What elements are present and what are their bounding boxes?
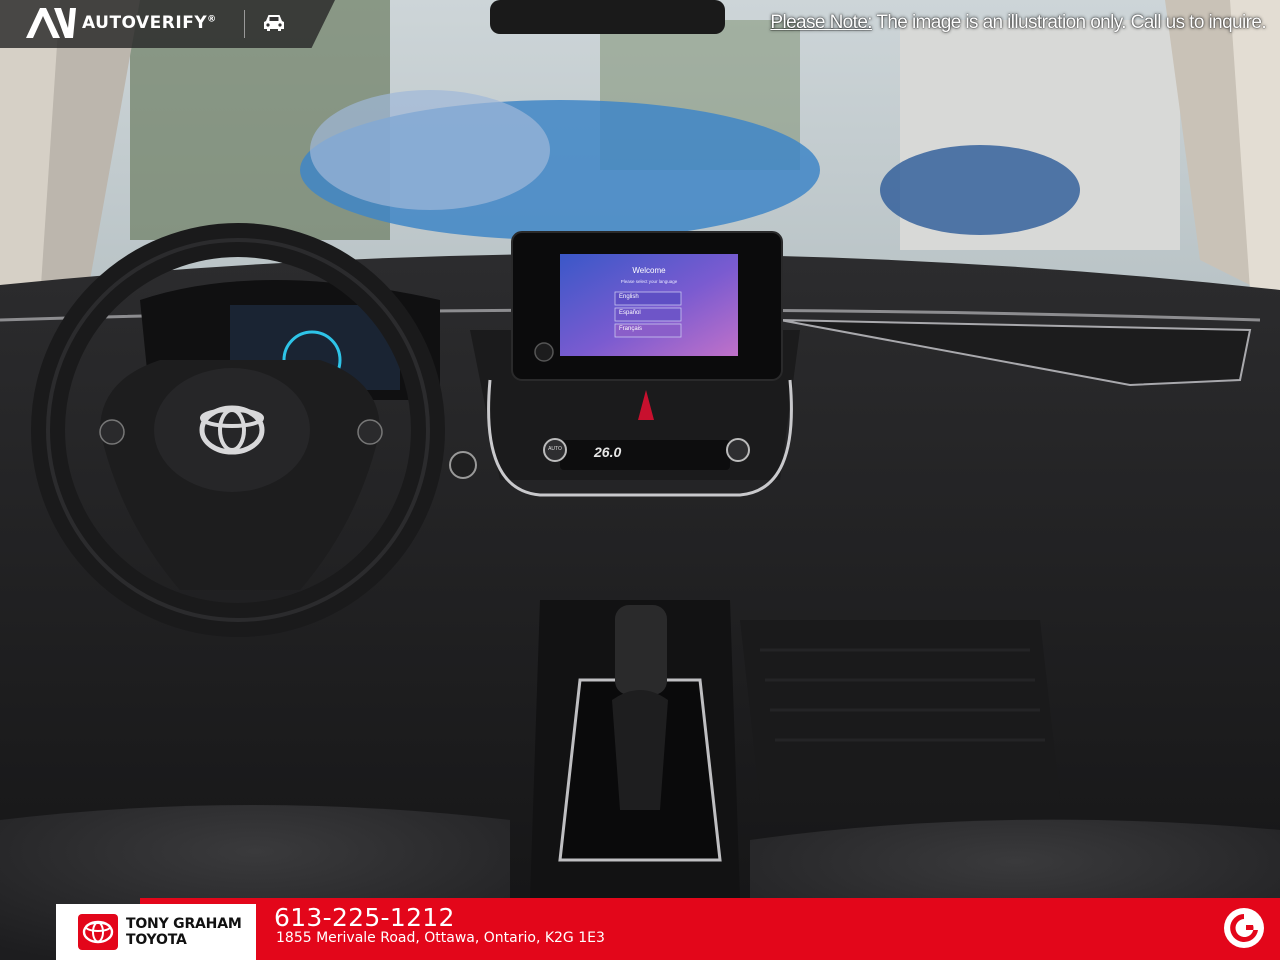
climate-auto-label: AUTO: [548, 446, 562, 452]
illustration-notice: Please Note: The image is an illustratio…: [770, 12, 1266, 34]
screen-language-option[interactable]: English: [619, 294, 639, 300]
notice-label: Please Note:: [770, 12, 872, 33]
dealer-logo-box: TONY GRAHAM TOYOTA: [56, 904, 256, 960]
car-icon: [264, 15, 284, 31]
screen-language-option[interactable]: Español: [619, 310, 641, 316]
dealer-phone[interactable]: 613-225-1212: [274, 903, 455, 932]
autoverify-badge: AUTOVERIFY®: [0, 0, 335, 48]
dealer-name: TONY GRAHAM TOYOTA: [126, 916, 242, 948]
autoverify-brand-name: AUTOVERIFY®: [82, 13, 217, 33]
dealer-name-line1: TONY GRAHAM: [126, 916, 242, 932]
autoverify-logo-icon: [26, 8, 76, 38]
badge-divider: [244, 10, 245, 38]
autoverify-brand-text: AUTOVERIFY: [82, 13, 208, 33]
screen-welcome-subtitle: Please select your language: [620, 279, 678, 284]
toyota-logo-icon: [78, 914, 118, 950]
vehicle-photo-listing: AUTOVERIFY® Please Note: The image is an…: [0, 0, 1280, 960]
registered-mark: ®: [207, 14, 217, 25]
screen-welcome-title: Welcome: [632, 266, 666, 275]
climate-temperature: 26.0: [594, 444, 622, 460]
dealer-name-line2: TOYOTA: [126, 932, 187, 948]
screen-language-option[interactable]: Français: [619, 326, 642, 332]
car-interior-photo: [0, 0, 1280, 960]
dealer-g-logo-icon: [1224, 908, 1264, 948]
dealer-address: 1855 Merivale Road, Ottawa, Ontario, K2G…: [276, 930, 605, 946]
notice-text: The image is an illustration only. Call …: [871, 12, 1266, 33]
